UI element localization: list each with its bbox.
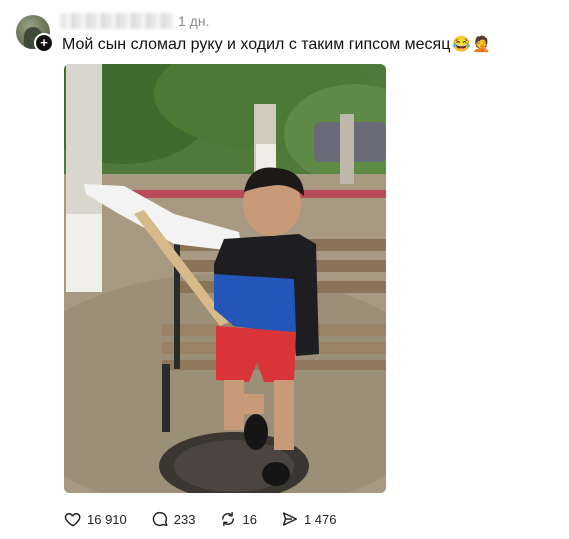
like-button[interactable]: 16 910 [64, 510, 127, 528]
comment-count: 233 [173, 511, 196, 527]
facepalm-emoji-icon: 🤦 [472, 36, 492, 53]
share-count: 1 476 [303, 511, 337, 527]
post-actions: 16 910 233 16 1 476 [64, 508, 360, 530]
author-avatar[interactable]: + [16, 15, 54, 53]
author-username-blurred[interactable] [60, 13, 174, 29]
share-button[interactable]: 1 476 [281, 510, 337, 528]
social-post: + 1 дн. Мой сын сломал руку и ходил с та… [0, 0, 569, 539]
post-body: Мой сын сломал руку и ходил с таким гипс… [62, 36, 492, 54]
comment-bubble-icon [152, 511, 168, 527]
post-text: Мой сын сломал руку и ходил с таким гипс… [62, 36, 451, 53]
comment-button[interactable]: 233 [151, 510, 196, 528]
heart-icon [64, 513, 81, 527]
post-header: 1 дн. [60, 12, 209, 30]
post-photo[interactable] [64, 64, 386, 493]
like-count: 16 910 [87, 511, 127, 527]
repost-button[interactable]: 16 [219, 510, 257, 528]
repost-count: 16 [242, 511, 257, 527]
repost-arrows-icon [222, 511, 235, 527]
post-timestamp: 1 дн. [178, 13, 210, 29]
laughing-emoji-icon: 😂 [452, 36, 472, 53]
follow-plus-icon[interactable]: + [34, 33, 54, 53]
paper-plane-icon [282, 512, 298, 526]
photo-illustration [64, 64, 386, 493]
